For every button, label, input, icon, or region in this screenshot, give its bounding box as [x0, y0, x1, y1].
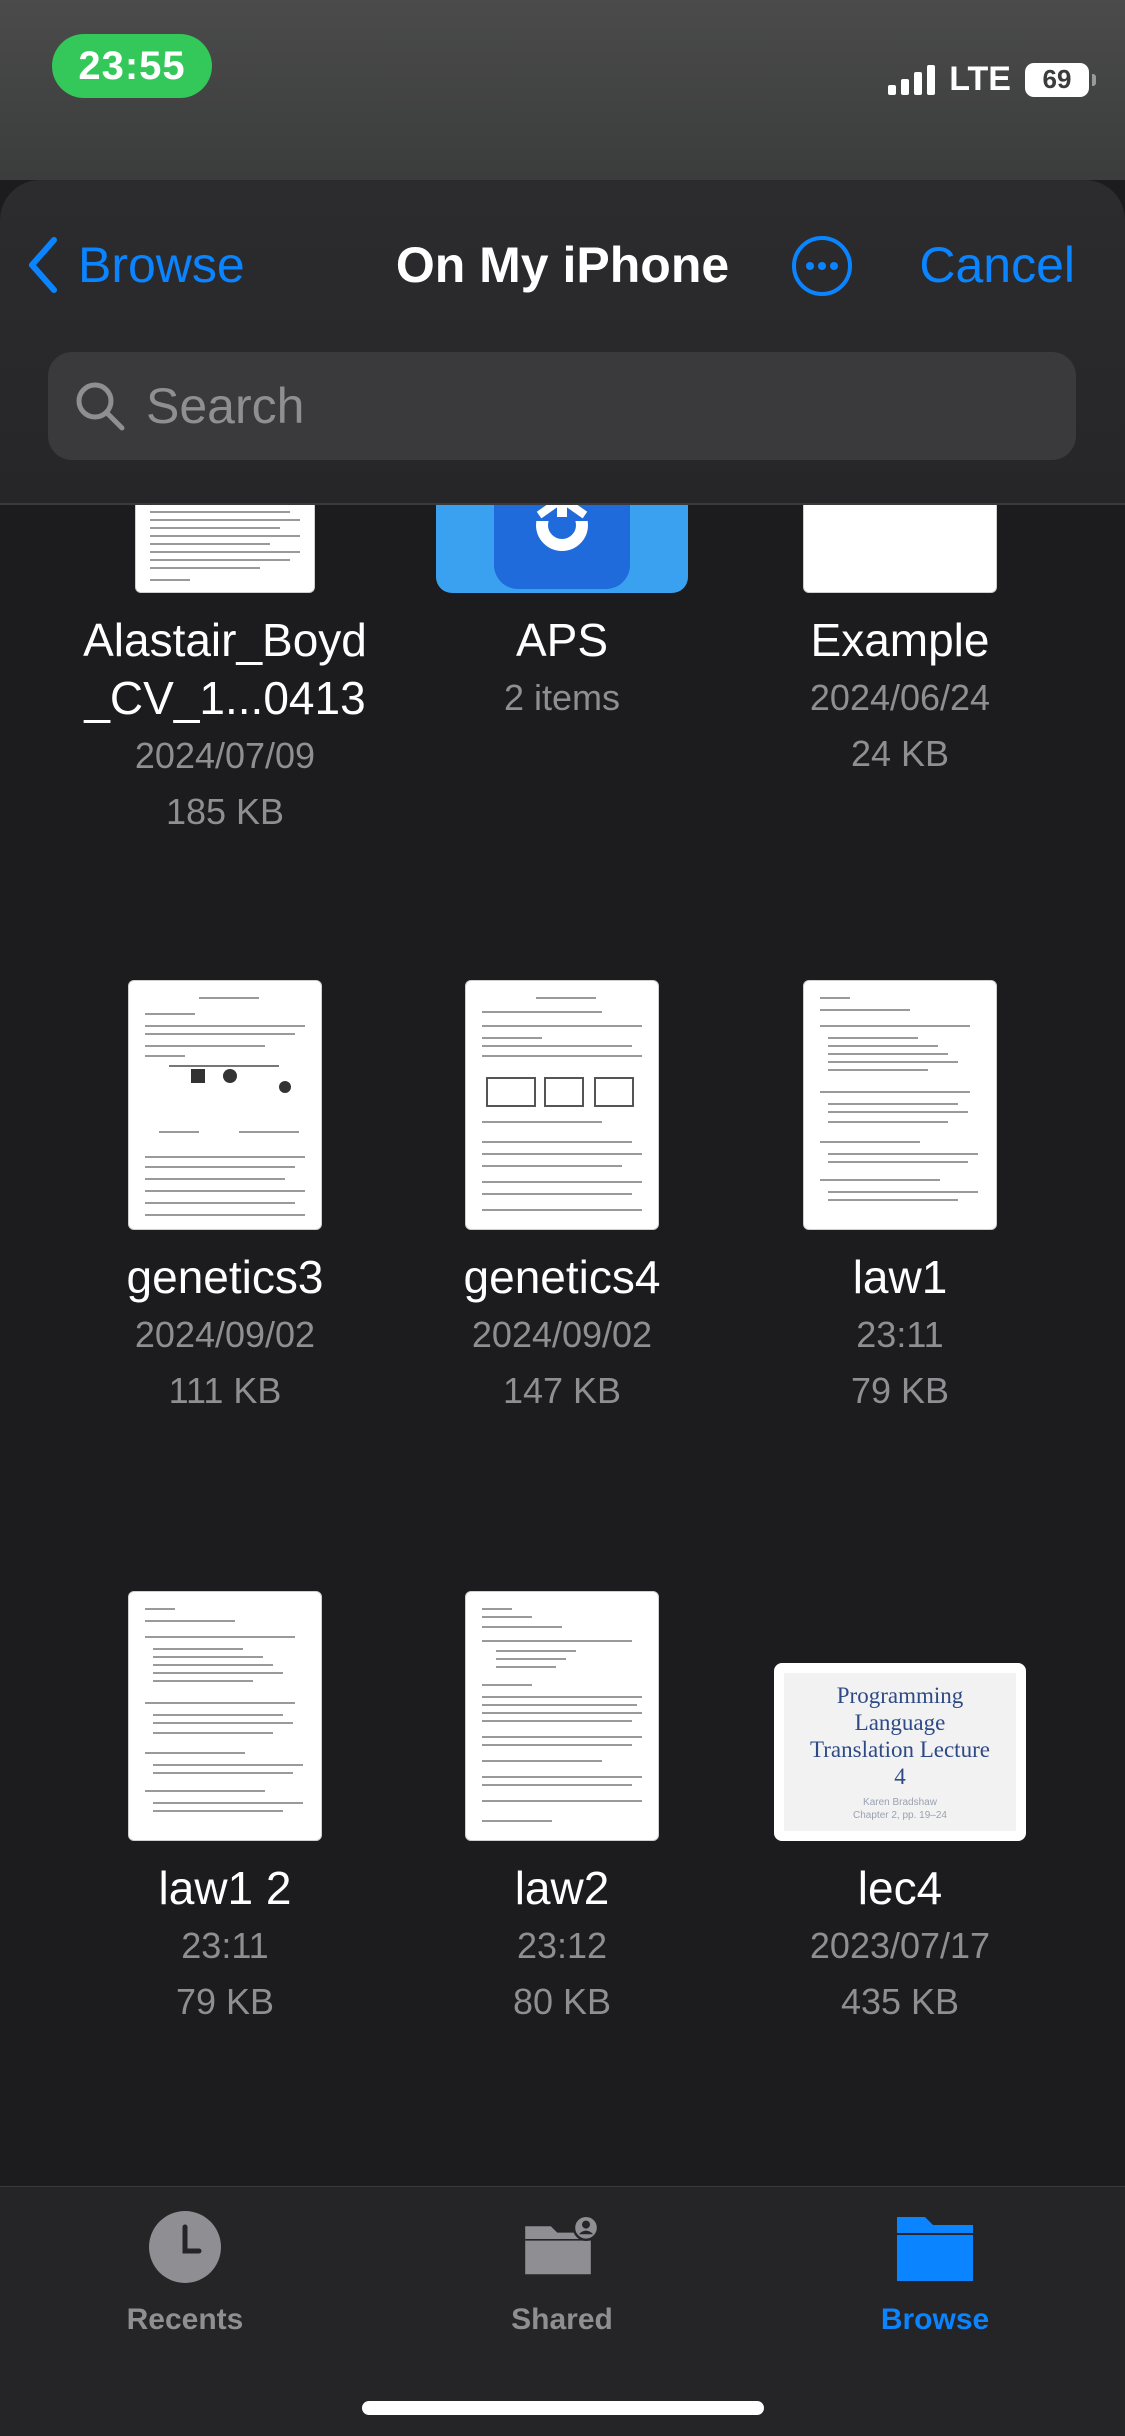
- document-thumbnail: [465, 1591, 659, 1841]
- file-name: law1 2: [158, 1862, 292, 1914]
- folder-item-count: 2 items: [503, 677, 621, 718]
- battery-icon: 69: [1025, 62, 1096, 97]
- folder-name: APS: [515, 614, 609, 666]
- document-thumbnail: [803, 980, 997, 1230]
- file-date: 2024/07/09: [134, 735, 316, 776]
- file-size: 111 KB: [168, 1370, 282, 1411]
- file-size: 79 KB: [850, 1370, 950, 1411]
- tab-browse[interactable]: Browse: [810, 2207, 1060, 2357]
- chevron-left-icon: [29, 237, 57, 293]
- file-item[interactable]: law2 23:12 80 KB: [382, 1591, 742, 2141]
- file-date: 2024/09/02: [471, 1314, 653, 1355]
- search-bar[interactable]: [48, 352, 1076, 460]
- file-size: 185 KB: [165, 791, 285, 832]
- file-grid: Alastair_Boyd _CV_1...0413 2024/07/09 18…: [0, 505, 1125, 2393]
- status-bar: 23:55 LTE 69: [0, 0, 1125, 180]
- cellular-signal-icon: [888, 64, 936, 95]
- folder-item[interactable]: APS 2 items: [382, 505, 742, 835]
- document-thumbnail: [128, 1591, 322, 1841]
- cancel-button[interactable]: Cancel: [919, 220, 1075, 310]
- more-options-icon[interactable]: [790, 234, 854, 298]
- file-item[interactable]: genetics4 2024/09/02 147 KB: [382, 980, 742, 1530]
- file-name: lec4: [857, 1862, 943, 1914]
- clock-icon: [149, 2211, 221, 2283]
- tab-bar: Recents Shared Browse: [0, 2186, 1125, 2436]
- status-time[interactable]: 23:55: [52, 34, 212, 98]
- file-name: Alastair_Boyd: [83, 614, 367, 666]
- back-button[interactable]: Browse: [26, 220, 245, 310]
- file-item[interactable]: Example 2024/06/24 24 KB: [720, 505, 1080, 835]
- back-button-label: Browse: [78, 237, 245, 293]
- file-item[interactable]: law1 2 23:11 79 KB: [45, 1591, 405, 2141]
- tab-shared-label: Shared: [511, 2303, 613, 2336]
- file-name-continued: _CV_1...0413: [84, 672, 366, 724]
- folder-icon: [897, 2217, 973, 2281]
- file-date: 2024/06/24: [809, 677, 991, 718]
- document-thumbnail: [465, 980, 659, 1230]
- document-thumbnail: [135, 505, 315, 593]
- aps-logo-icon: [514, 505, 610, 551]
- file-size: 80 KB: [512, 1981, 612, 2022]
- file-name: genetics3: [126, 1251, 324, 1303]
- file-name: law2: [514, 1862, 610, 1914]
- file-date: 23:11: [856, 1314, 944, 1355]
- file-size: 435 KB: [840, 1981, 960, 2022]
- tab-recents-label: Recents: [126, 2303, 244, 2336]
- home-indicator[interactable]: [362, 2401, 764, 2415]
- presentation-thumbnail: Programming Language Translation Lecture…: [774, 1663, 1026, 1841]
- tab-shared[interactable]: Shared: [437, 2207, 687, 2357]
- search-icon: [76, 382, 125, 431]
- file-name: genetics4: [463, 1251, 661, 1303]
- file-size: 147 KB: [502, 1370, 622, 1411]
- file-date: 23:11: [181, 1925, 269, 1966]
- navigation-bar: Browse On My iPhone Cancel: [0, 220, 1125, 310]
- shared-folder-icon: [525, 2214, 600, 2275]
- slide-subtitle: Karen Bradshaw Chapter 2, pp. 19–24: [853, 1797, 947, 1821]
- file-item[interactable]: Programming Language Translation Lecture…: [720, 1663, 1080, 2141]
- search-input[interactable]: [146, 377, 1006, 435]
- file-size: 79 KB: [175, 1981, 275, 2022]
- file-name: law1: [852, 1251, 948, 1303]
- network-type: LTE: [949, 60, 1011, 98]
- slide-title: Programming Language Translation Lecture…: [810, 1683, 990, 1789]
- document-thumbnail: [128, 980, 322, 1230]
- file-date: 23:12: [516, 1925, 608, 1966]
- app-icon: [494, 505, 630, 589]
- status-indicators: LTE 69: [888, 60, 1096, 99]
- file-item[interactable]: Alastair_Boyd _CV_1...0413 2024/07/09 18…: [45, 505, 405, 835]
- file-name: Example: [810, 614, 990, 666]
- folder-thumbnail: [436, 505, 688, 593]
- file-size: 24 KB: [850, 733, 950, 774]
- file-browser-sheet: Browse On My iPhone Cancel Search Alasta…: [0, 180, 1125, 2436]
- tab-recents[interactable]: Recents: [60, 2207, 310, 2357]
- battery-level: 69: [1042, 64, 1072, 94]
- tab-browse-label: Browse: [880, 2303, 990, 2336]
- sheet-header: Browse On My iPhone Cancel: [0, 180, 1125, 505]
- document-thumbnail: [803, 505, 997, 593]
- file-item[interactable]: genetics3 2024/09/02 111 KB: [45, 980, 405, 1530]
- file-date: 2024/09/02: [134, 1314, 316, 1355]
- file-date: 2023/07/17: [809, 1925, 991, 1966]
- file-item[interactable]: law1 23:11 79 KB: [720, 980, 1080, 1530]
